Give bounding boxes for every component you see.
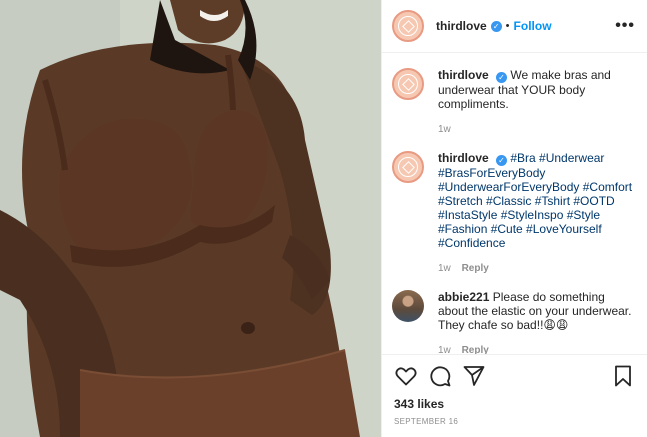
comment-username[interactable]: thirdlove (438, 151, 489, 165)
hashtag-comment: thirdlove ✓ #Bra #Underwear #BrasForEver… (392, 137, 635, 276)
comment-body: thirdlove ✓ #Bra #Underwear #BrasForEver… (438, 151, 635, 276)
more-options-icon[interactable]: ••• (615, 17, 635, 35)
instagram-post: thirdlove ✓ • Follow ••• thirdlove ✓ We … (0, 0, 647, 437)
share-icon[interactable] (462, 364, 486, 388)
comment-time[interactable]: 1w (438, 124, 451, 135)
header-username[interactable]: thirdlove (436, 19, 487, 33)
reply-button[interactable]: Reply (462, 345, 489, 354)
comment-body: abbie221 Please do something about the e… (438, 290, 635, 354)
comment-username[interactable]: thirdlove (438, 68, 489, 82)
comment-avatar[interactable] (392, 68, 424, 100)
comment-time[interactable]: 1w (438, 263, 451, 274)
comment-avatar[interactable] (392, 151, 424, 183)
comment-meta: 1w Reply (438, 262, 635, 276)
likes-count[interactable]: 343 likes (394, 397, 635, 411)
verified-badge-icon: ✓ (496, 155, 508, 166)
comment-meta: 1w Reply (438, 344, 635, 354)
heart-icon[interactable] (394, 364, 418, 388)
hashtag-links[interactable]: #Bra #Underwear #BrasForEveryBody #Under… (438, 151, 632, 250)
reply-button[interactable]: Reply (462, 263, 489, 274)
comment-username[interactable]: abbie221 (438, 290, 489, 304)
verified-badge-icon: ✓ (496, 72, 508, 83)
post-sidebar: thirdlove ✓ • Follow ••• thirdlove ✓ We … (381, 0, 647, 437)
comments-list[interactable]: thirdlove ✓ We make bras and underwear t… (382, 54, 647, 354)
comment-time[interactable]: 1w (438, 345, 451, 354)
post-date[interactable]: SEPTEMBER 16 (394, 417, 635, 426)
account-avatar[interactable] (392, 10, 424, 42)
caption-comment: thirdlove ✓ We make bras and underwear t… (392, 54, 635, 137)
bookmark-icon[interactable] (611, 364, 635, 388)
user-comment: abbie221 Please do something about the e… (392, 276, 635, 354)
header-separator: • (505, 20, 510, 32)
comment-icon[interactable] (428, 364, 452, 388)
follow-button[interactable]: Follow (514, 19, 552, 33)
comment-meta: 1w (438, 123, 635, 137)
action-icons (394, 363, 635, 389)
comment-avatar[interactable] (392, 290, 424, 322)
post-image-illustration (0, 0, 381, 437)
post-photo[interactable] (0, 0, 381, 437)
post-header: thirdlove ✓ • Follow ••• (382, 0, 647, 53)
comment-body: thirdlove ✓ We make bras and underwear t… (438, 68, 635, 137)
verified-badge-icon: ✓ (490, 20, 502, 32)
post-actions: 343 likes SEPTEMBER 16 (382, 354, 647, 426)
